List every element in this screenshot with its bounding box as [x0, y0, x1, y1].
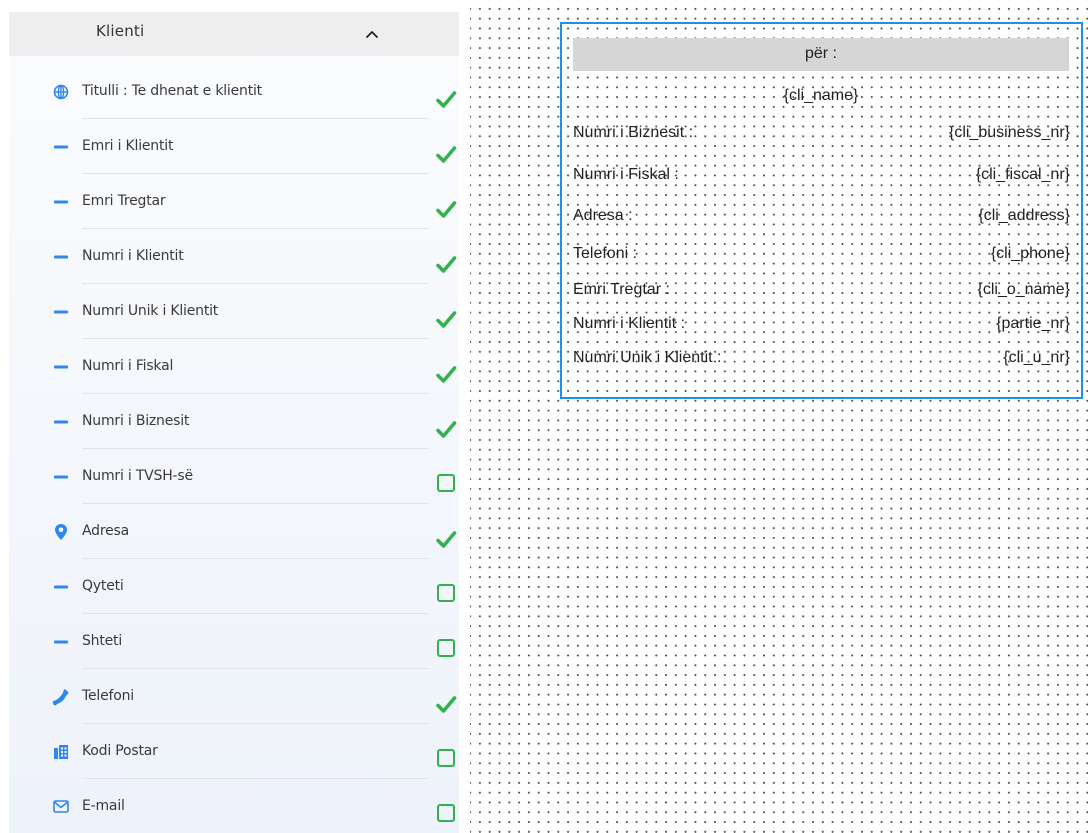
dash-icon — [49, 284, 73, 339]
field-item-client-number[interactable]: Numri i Klientit — [9, 229, 459, 284]
field-item-label: Telefoni — [82, 688, 134, 704]
checkbox-empty[interactable] — [437, 804, 455, 822]
building-icon — [49, 724, 73, 779]
field-item-phone[interactable]: Telefoni — [9, 669, 459, 724]
template-row-value[interactable]: {cli_fiscal_nr} — [820, 166, 1070, 184]
dash-icon — [49, 614, 73, 669]
field-item-postal-code[interactable]: Kodi Postar — [9, 724, 459, 779]
field-item-label: Numri i TVSH-së — [82, 468, 193, 484]
field-item-label: Numri i Fiskal — [82, 358, 174, 374]
sidebar-section-header[interactable]: Klienti — [9, 12, 459, 56]
fields-sidebar: Klienti Titulli : Te dhenat e klientit E… — [9, 12, 459, 833]
field-item-vat-number[interactable]: Numri i TVSH-së — [9, 449, 459, 504]
checkbox-empty[interactable] — [437, 639, 455, 657]
template-row-label: Adresa : — [573, 207, 633, 224]
checkmark-icon[interactable] — [435, 309, 457, 331]
dash-icon — [49, 119, 73, 174]
dash-icon — [49, 394, 73, 449]
checkmark-icon[interactable] — [435, 89, 457, 111]
template-row-value[interactable]: {cli_business_nr} — [820, 124, 1070, 142]
field-item-label: Numri Unik i Klientit — [82, 303, 219, 319]
field-item-address[interactable]: Adresa — [9, 504, 459, 559]
field-item-unique-client-number[interactable]: Numri Unik i Klientit — [9, 284, 459, 339]
field-item-country[interactable]: Shteti — [9, 614, 459, 669]
template-client-name[interactable]: {cli_name} — [573, 87, 1069, 105]
field-item-client-name[interactable]: Emri i Klientit — [9, 119, 459, 174]
dash-icon — [49, 229, 73, 284]
chevron-up-icon[interactable] — [361, 23, 383, 45]
field-item-label: Adresa — [82, 523, 129, 539]
field-item-label: E-mail — [82, 798, 125, 814]
template-row-label: Numri i Biznesit : — [573, 124, 694, 141]
template-row-value[interactable]: {partie_nr} — [820, 315, 1070, 333]
template-row-label: Telefoni : — [573, 245, 638, 262]
field-item-label: Emri Tregtar — [82, 193, 166, 209]
checkmark-icon[interactable] — [435, 529, 457, 551]
template-row-value[interactable]: {cli_o_name} — [820, 281, 1070, 299]
checkbox-empty[interactable] — [437, 474, 455, 492]
dash-icon — [49, 449, 73, 504]
phone-icon — [49, 669, 73, 724]
field-item-title[interactable]: Titulli : Te dhenat e klientit — [9, 64, 459, 119]
dash-icon — [49, 174, 73, 229]
field-item-fiscal-number[interactable]: Numri i Fiskal — [9, 339, 459, 394]
template-row-label: Numri i Klientit : — [573, 315, 686, 332]
checkbox-empty[interactable] — [437, 584, 455, 602]
field-item-label: Numri i Klientit — [82, 248, 184, 264]
checkmark-icon[interactable] — [435, 694, 457, 716]
field-item-city[interactable]: Qyteti — [9, 559, 459, 614]
field-item-label: Kodi Postar — [82, 743, 158, 759]
template-row-value[interactable]: {cli_address} — [820, 207, 1070, 225]
template-row-label: Numri Unik i Klientit : — [573, 349, 722, 366]
template-row-value[interactable]: {cli_phone} — [820, 245, 1070, 263]
checkmark-icon[interactable] — [435, 419, 457, 441]
checkbox-empty[interactable] — [437, 749, 455, 767]
field-item-label: Titulli : Te dhenat e klientit — [82, 83, 262, 99]
template-row-label: Numri i Fiskal : — [573, 166, 679, 183]
field-item-label: Qyteti — [82, 578, 124, 594]
field-item-label: Emri i Klientit — [82, 138, 174, 154]
field-item-label: Numri i Biznesit — [82, 413, 190, 429]
template-row-label: Emri Tregtar : — [573, 281, 670, 298]
globe-icon — [49, 64, 73, 119]
field-item-business-number[interactable]: Numri i Biznesit — [9, 394, 459, 449]
field-item-label: Shteti — [82, 633, 123, 649]
envelope-icon — [49, 779, 73, 833]
sidebar-section-title: Klienti — [96, 22, 145, 40]
template-row-value[interactable]: {cli_u_nr} — [820, 349, 1070, 367]
checkmark-icon[interactable] — [435, 199, 457, 221]
dash-icon — [49, 559, 73, 614]
checkmark-icon[interactable] — [435, 364, 457, 386]
checkmark-icon[interactable] — [435, 144, 457, 166]
dash-icon — [49, 339, 73, 394]
field-item-trade-name[interactable]: Emri Tregtar — [9, 174, 459, 229]
location-pin-icon — [49, 504, 73, 559]
checkmark-icon[interactable] — [435, 254, 457, 276]
template-header-text: për : — [804, 45, 837, 62]
field-item-email[interactable]: E-mail — [9, 779, 459, 833]
